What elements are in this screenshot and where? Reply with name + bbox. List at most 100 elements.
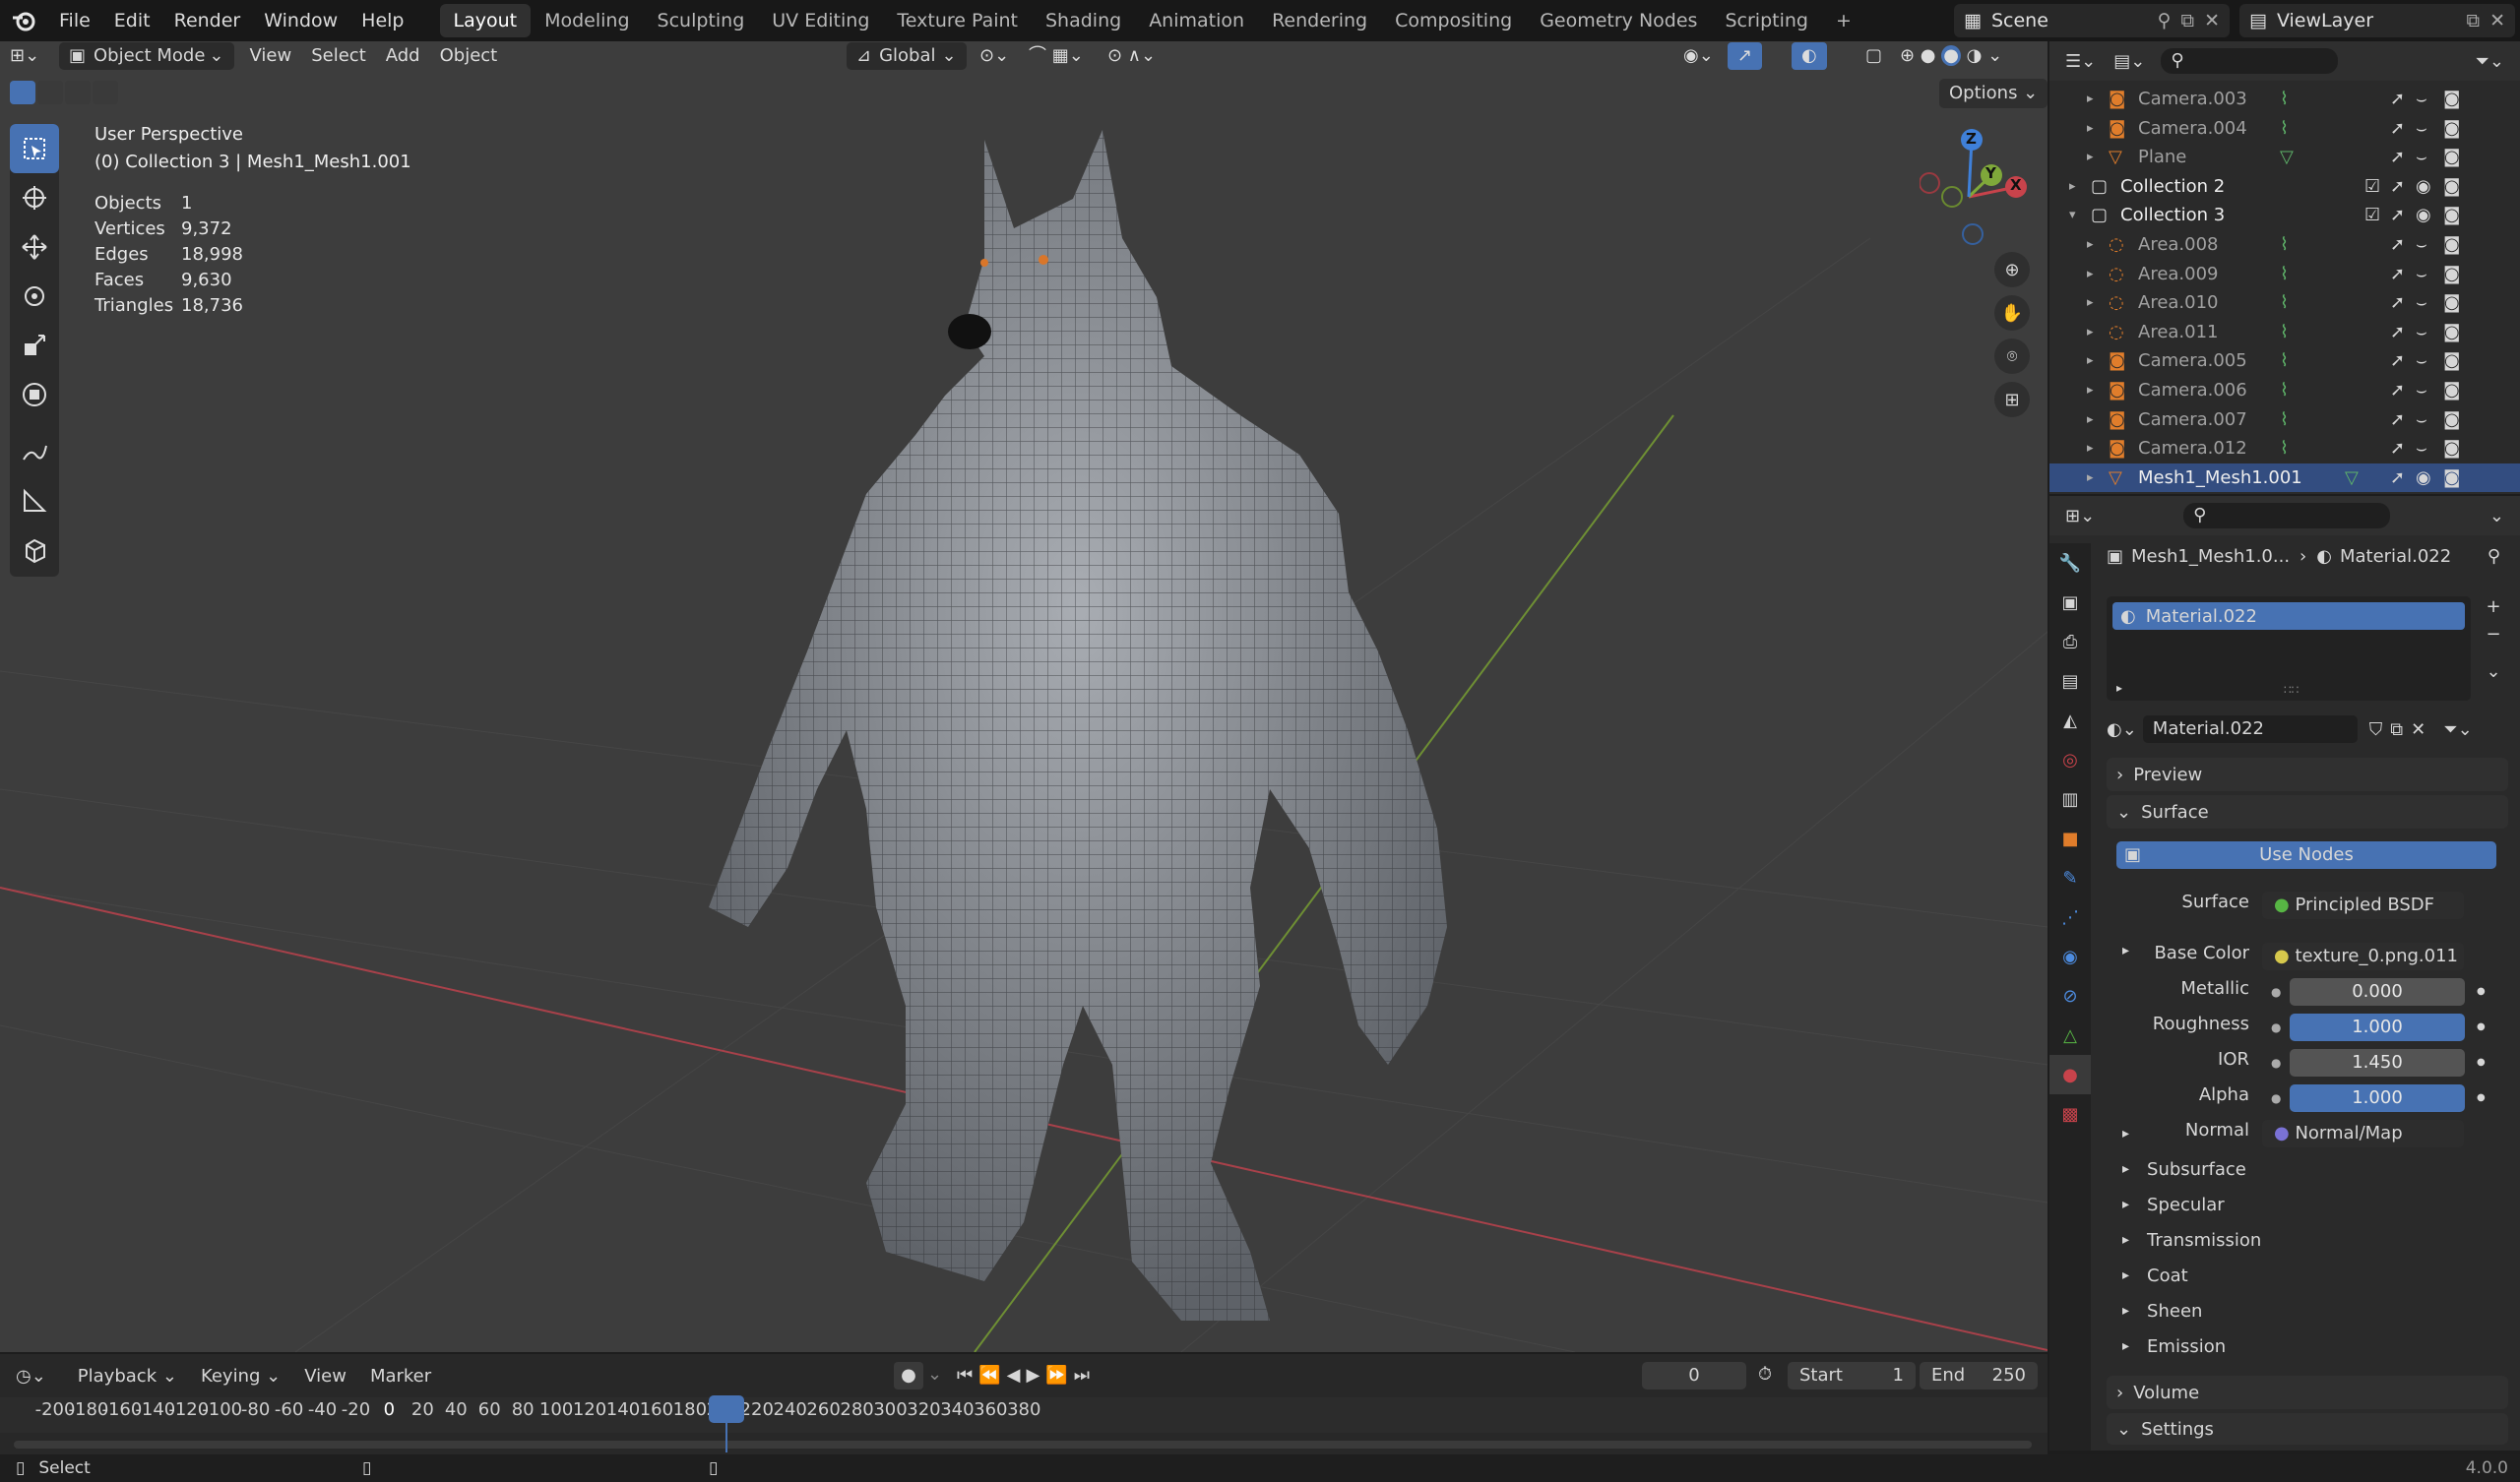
visibility-eye-icon[interactable]: ⌣ xyxy=(2416,322,2427,342)
subpanel-transmission[interactable]: ▸ Transmission xyxy=(2107,1226,2508,1254)
selectable-toggle-icon[interactable]: ➚ xyxy=(2390,89,2405,109)
object-tab-icon[interactable]: ■ xyxy=(2049,819,2091,858)
visibility-eye-icon[interactable]: ⌣ xyxy=(2416,89,2427,109)
remove-slot-button[interactable]: − xyxy=(2481,624,2506,649)
menu-edit[interactable]: Edit xyxy=(102,0,162,41)
add-cube-tool-icon[interactable] xyxy=(10,525,59,575)
menu-render[interactable]: Render xyxy=(162,0,253,41)
pin-icon[interactable]: ⚲ xyxy=(2158,10,2172,31)
chevron-down-icon[interactable]: ⌄ xyxy=(927,1364,942,1385)
selectable-toggle-icon[interactable]: ➚ xyxy=(2390,292,2405,313)
use-nodes-button[interactable]: ▣ Use Nodes xyxy=(2116,841,2496,869)
selectable-toggle-icon[interactable]: ➚ xyxy=(2390,380,2405,401)
xray-icon[interactable]: ▢ xyxy=(1856,41,1892,71)
scene-selector[interactable]: ▦ Scene ⚲ ⧉ ✕ xyxy=(1954,4,2230,37)
collection-tab-icon[interactable]: ▥ xyxy=(2049,779,2091,819)
alpha-field[interactable]: 1.000 xyxy=(2290,1084,2465,1112)
chevron-right-icon[interactable]: ▸ xyxy=(2087,295,2105,310)
tab-sculpting[interactable]: Sculpting xyxy=(644,4,759,37)
outliner-search-input[interactable]: ⚲ xyxy=(2161,48,2339,74)
properties-search-input[interactable]: ⚲ xyxy=(2183,503,2391,528)
3d-viewport[interactable] xyxy=(0,41,2048,1352)
add-slot-button[interactable]: + xyxy=(2481,596,2506,622)
pivot-point-icon[interactable]: ⊙⌄ xyxy=(970,41,1019,71)
navigation-gizmo[interactable]: X Y Z xyxy=(1919,128,2028,246)
annotate-tool-icon[interactable] xyxy=(10,427,59,476)
outliner-row[interactable]: ▸ ◙ Camera.003 ⌇ ➚ ⌣ ◙ xyxy=(2049,85,2520,113)
visibility-eye-icon[interactable]: ⌣ xyxy=(2416,438,2427,459)
perspective-toggle-icon[interactable]: ⊞ xyxy=(1994,382,2030,417)
unlink-icon[interactable]: ✕ xyxy=(2411,719,2426,740)
proportional-edit-icon[interactable]: ⊙ ∧⌄ xyxy=(1098,41,1166,71)
select-box-icon[interactable] xyxy=(10,81,35,104)
timeline-menu-view[interactable]: View xyxy=(292,1366,358,1387)
filter-icon[interactable]: ⏷⌄ xyxy=(2476,51,2504,72)
mode-dropdown[interactable]: ▣ Object Mode ⌄ xyxy=(59,42,234,70)
chevron-down-icon[interactable]: ▾ xyxy=(2069,208,2087,222)
chevron-right-icon[interactable]: ▸ xyxy=(2087,121,2105,136)
tool-tab-icon[interactable]: 🔧 xyxy=(2049,543,2091,583)
list-resize-handle[interactable]: ∷∷ xyxy=(2284,683,2299,697)
chevron-right-icon[interactable]: ▸ xyxy=(2087,470,2105,485)
world-tab-icon[interactable]: ◎ xyxy=(2049,740,2091,779)
render-camera-icon[interactable]: ◙ xyxy=(2443,147,2460,167)
select-tool-icon[interactable] xyxy=(10,124,59,173)
keyframe-dot-icon[interactable]: ● xyxy=(2477,978,2486,1006)
viewport-menu-add[interactable]: Add xyxy=(376,41,430,71)
outliner-row[interactable]: ▸ ▽ Mesh1_Mesh1.001 ▽ ➚ ◉ ◙ xyxy=(2049,463,2520,492)
render-camera-icon[interactable]: ◙ xyxy=(2443,438,2460,459)
texture-tab-icon[interactable]: ▩ xyxy=(2049,1094,2091,1134)
outliner-row[interactable]: ▸ ◌ Area.011 ⌇ ➚ ⌣ ◙ xyxy=(2049,318,2520,346)
subpanel-sheen[interactable]: ▸ Sheen xyxy=(2107,1297,2508,1325)
volume-panel-header[interactable]: › Volume xyxy=(2107,1376,2508,1409)
outliner-row[interactable]: ▸ ◙ Camera.007 ⌇ ➚ ⌣ ◙ xyxy=(2049,405,2520,434)
selectable-toggle-icon[interactable]: ➚ xyxy=(2390,118,2405,139)
visibility-eye-icon[interactable]: ⌣ xyxy=(2416,350,2427,371)
end-frame-field[interactable]: End 250 xyxy=(1920,1362,2038,1389)
visibility-eye-icon[interactable]: ⌣ xyxy=(2416,380,2427,401)
collection-checkbox[interactable]: ☑ xyxy=(2364,205,2380,225)
visibility-eye-icon[interactable]: ⌣ xyxy=(2416,234,2427,255)
move-tool-icon[interactable] xyxy=(10,222,59,272)
visibility-eye-icon[interactable]: ⌣ xyxy=(2416,264,2427,284)
selectable-toggle-icon[interactable]: ➚ xyxy=(2390,438,2405,459)
record-button[interactable]: ● xyxy=(894,1362,923,1389)
chevron-right-icon[interactable]: ▸ xyxy=(2087,383,2105,398)
chevron-right-icon[interactable]: ▸ xyxy=(2087,92,2105,106)
surface-shader-field[interactable]: ● Principled BSDF xyxy=(2262,892,2464,919)
selectable-toggle-icon[interactable]: ➚ xyxy=(2390,409,2405,430)
chevron-right-icon[interactable]: ▸ xyxy=(2087,150,2105,164)
editor-type-icon[interactable]: ⊞⌄ xyxy=(0,41,59,71)
rotate-tool-icon[interactable] xyxy=(10,272,59,321)
camera-view-icon[interactable]: ⌾ xyxy=(1994,339,2030,374)
render-camera-icon[interactable]: ◙ xyxy=(2443,176,2460,197)
subpanel-specular[interactable]: ▸ Specular xyxy=(2107,1191,2508,1218)
render-camera-icon[interactable]: ◙ xyxy=(2443,322,2460,342)
render-camera-icon[interactable]: ◙ xyxy=(2443,409,2460,430)
shading-modes[interactable]: ⊕ ● ● ◑ ⌄ xyxy=(1890,41,2012,71)
keyframe-dot-icon[interactable]: ● xyxy=(2477,1049,2486,1077)
material-link-icon[interactable]: ⏷⌄ xyxy=(2443,719,2472,740)
outliner-row[interactable]: ▸ ◙ Camera.005 ⌇ ➚ ⌣ ◙ xyxy=(2049,346,2520,375)
chevron-right-icon[interactable]: ▸ xyxy=(2087,325,2105,340)
gizmo-toggle-icon[interactable]: ↗ xyxy=(1728,42,1763,70)
outliner-row[interactable]: ▸ ◙ Camera.012 ⌇ ➚ ⌣ ◙ xyxy=(2049,434,2520,463)
playback-controls[interactable]: ⏮⏪◀▶⏩⏭ xyxy=(957,1362,1096,1389)
render-tab-icon[interactable]: ▣ xyxy=(2049,583,2091,622)
visibility-icon[interactable]: ◉⌄ xyxy=(1673,41,1724,71)
tab-uv-editing[interactable]: UV Editing xyxy=(758,4,883,37)
physics-tab-icon[interactable]: ◉ xyxy=(2049,937,2091,976)
stopwatch-icon[interactable]: ⏱ xyxy=(1758,1364,1772,1385)
material-name-field[interactable]: Material.022 xyxy=(2142,715,2358,743)
close-icon[interactable]: ✕ xyxy=(2489,10,2505,31)
new-scene-icon[interactable]: ⧉ xyxy=(2181,10,2195,31)
render-camera-icon[interactable]: ◙ xyxy=(2443,264,2460,284)
current-frame-field[interactable]: 0 xyxy=(1642,1362,1746,1389)
constraints-tab-icon[interactable]: ⊘ xyxy=(2049,976,2091,1016)
visibility-eye-icon[interactable]: ◉ xyxy=(2416,467,2431,488)
selectable-toggle-icon[interactable]: ➚ xyxy=(2390,350,2405,371)
chevron-right-icon[interactable]: ▸ xyxy=(2087,353,2105,368)
visibility-eye-icon[interactable]: ◉ xyxy=(2416,205,2431,225)
werewolf-mesh[interactable] xyxy=(709,130,1447,1321)
selectable-toggle-icon[interactable]: ➚ xyxy=(2390,147,2405,167)
